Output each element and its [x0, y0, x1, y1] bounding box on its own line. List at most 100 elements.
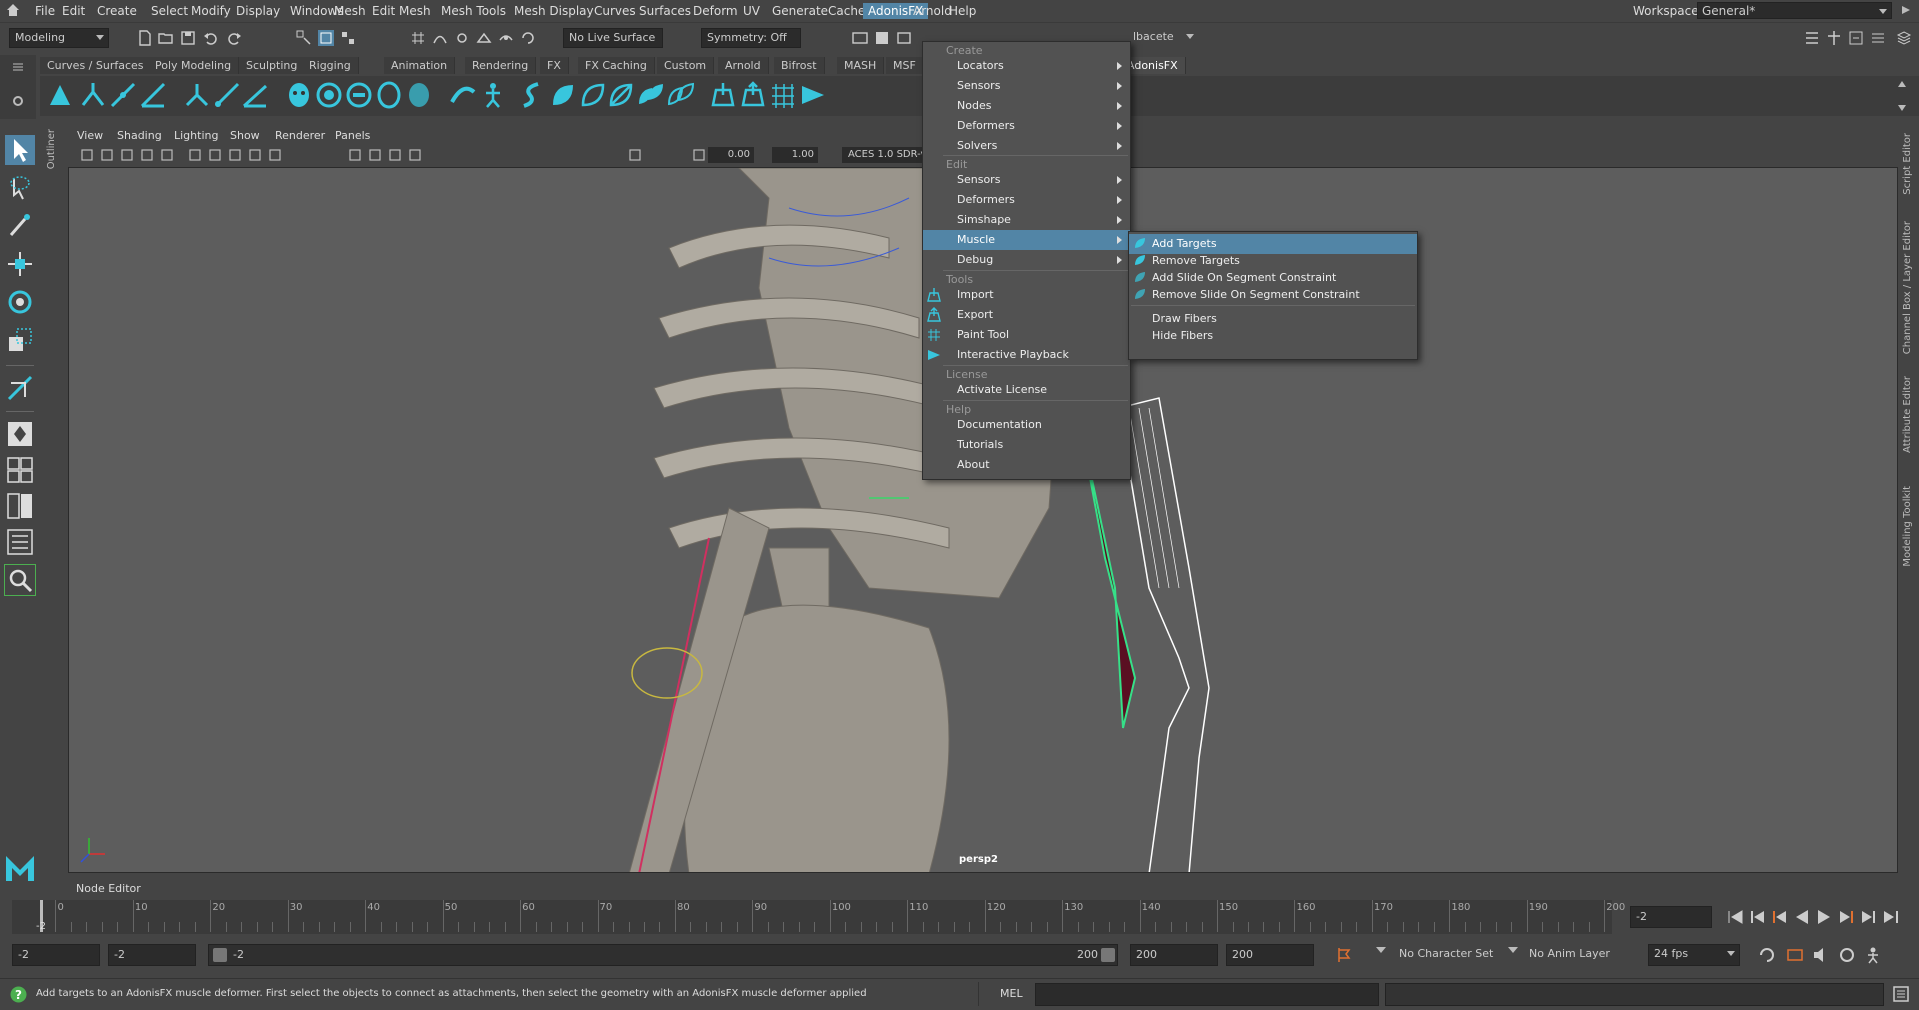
menu-edit-mesh[interactable]: Edit Mesh — [367, 3, 436, 19]
select-component-icon[interactable] — [340, 30, 356, 46]
leaf-split-icon[interactable] — [606, 80, 636, 110]
interactive-playback-icon[interactable] — [798, 80, 828, 110]
auto-key-icon[interactable] — [1335, 946, 1353, 964]
shelf-tab-rigging[interactable]: Rigging — [302, 57, 359, 74]
muscle-slide-icon[interactable] — [108, 80, 138, 110]
menu-uv[interactable]: UV — [738, 3, 765, 19]
shelf-tab-fx[interactable]: FX — [540, 57, 569, 74]
shelf-tab-bifrost[interactable]: Bifrost — [774, 57, 825, 74]
attribute-editor-icon[interactable] — [1826, 30, 1842, 46]
menu-item-nodes[interactable]: Nodes — [923, 96, 1130, 116]
menu-item-import[interactable]: Import — [923, 285, 1130, 305]
range-slider[interactable]: -2 200 — [208, 944, 1118, 966]
menu-item-interactive-playback[interactable]: Interactive Playback — [923, 345, 1130, 365]
menu-create[interactable]: Create — [92, 3, 142, 19]
cache-icon[interactable] — [1786, 946, 1804, 964]
right-tab-modeling-toolkit[interactable]: Modeling Toolkit — [1902, 486, 1913, 567]
playback-start-field[interactable]: -2 — [108, 944, 196, 966]
select-hierarchy-icon[interactable] — [296, 30, 312, 46]
fat-tissue-icon[interactable] — [448, 80, 478, 110]
symmetry-selector[interactable]: Symmetry: Off — [701, 28, 801, 48]
camera-field[interactable]: lbacete — [1128, 28, 1198, 48]
snap-surface-icon[interactable] — [498, 30, 514, 46]
redo-icon[interactable] — [226, 30, 242, 46]
outliner-layout-icon[interactable] — [5, 527, 35, 557]
menu-mesh-display[interactable]: Mesh Display — [509, 3, 599, 19]
image-plane-icon[interactable] — [140, 148, 154, 162]
panel-menu-shading[interactable]: Shading — [117, 129, 162, 142]
step-forward-key-icon[interactable] — [1856, 906, 1880, 928]
exposure-icon[interactable] — [628, 148, 642, 162]
panel-menu-lighting[interactable]: Lighting — [174, 129, 218, 142]
home-icon[interactable] — [6, 3, 20, 17]
range-slider-handle-right[interactable] — [1101, 948, 1115, 962]
playback-end-field[interactable]: 200 — [1130, 944, 1218, 966]
muscle-triangle-icon[interactable] — [45, 80, 75, 110]
face-ring-icon[interactable] — [344, 80, 374, 110]
last-tool-icon[interactable] — [5, 373, 35, 403]
anim-layer-selector[interactable]: No Anim Layer — [1524, 944, 1624, 966]
rotate-tool-icon[interactable] — [5, 287, 35, 317]
toggle-sidebar-icon[interactable] — [1804, 30, 1820, 46]
start-time-field[interactable]: -2 — [12, 944, 100, 966]
step-forward-frame-icon[interactable] — [1834, 906, 1858, 928]
right-tab-channel-box-layer-editor[interactable]: Channel Box / Layer Editor — [1902, 221, 1913, 354]
two-pane-layout-icon[interactable] — [5, 491, 35, 521]
live-surface-field[interactable]: No Live Surface — [563, 28, 663, 48]
audio-icon[interactable] — [1812, 946, 1830, 964]
menu-help[interactable]: Help — [944, 3, 981, 19]
shelf-tab-custom[interactable]: Custom — [657, 57, 715, 74]
menu-curves[interactable]: Curves — [589, 3, 641, 19]
submenu-item-remove-slide-on-segment-constraint[interactable]: Remove Slide On Segment Constraint — [1129, 285, 1417, 305]
menu-file[interactable]: File — [30, 3, 60, 19]
search-icon[interactable] — [4, 564, 36, 596]
shelf-menu-icon[interactable] — [12, 63, 24, 71]
shelf-tab-fx-caching[interactable]: FX Caching — [578, 57, 655, 74]
sensor-angle-icon[interactable] — [240, 80, 270, 110]
muscle-attach-icon[interactable] — [78, 80, 108, 110]
fps-selector[interactable]: 24 fps — [1648, 944, 1740, 966]
right-tab-script-editor[interactable]: Script Editor — [1902, 133, 1913, 195]
command-line-input[interactable] — [1035, 983, 1379, 1006]
menu-edit[interactable]: Edit — [57, 3, 90, 19]
panel-menu-view[interactable]: View — [77, 129, 103, 142]
textured-icon[interactable] — [268, 148, 282, 162]
menu-item-about[interactable]: About — [923, 455, 1130, 475]
paint-select-tool-icon[interactable] — [5, 211, 35, 241]
right-tab-attribute-editor[interactable]: Attribute Editor — [1902, 376, 1913, 453]
menu-item-documentation[interactable]: Documentation — [923, 415, 1130, 435]
current-frame-field[interactable]: -2 — [1630, 906, 1712, 928]
ipr-render-icon[interactable] — [896, 30, 912, 46]
menu-item-paint-tool[interactable]: Paint Tool — [923, 325, 1130, 345]
menu-item-deformers[interactable]: Deformers — [923, 190, 1130, 210]
menu-mesh[interactable]: Mesh — [329, 3, 371, 19]
menu-item-simshape[interactable]: Simshape — [923, 210, 1130, 230]
menu-item-activate-license[interactable]: Activate License — [923, 380, 1130, 400]
shelf-tab-mash[interactable]: MASH — [837, 57, 885, 74]
menu-deform[interactable]: Deform — [688, 3, 743, 19]
end-time-field[interactable]: 200 — [1226, 944, 1314, 966]
tool-settings-icon[interactable] — [1848, 30, 1864, 46]
menu-mesh-tools[interactable]: Mesh Tools — [436, 3, 511, 19]
select-tool-icon[interactable] — [5, 135, 35, 165]
camera-attributes-icon[interactable] — [100, 148, 114, 162]
shelf-tab-arnold[interactable]: Arnold — [718, 57, 769, 74]
outliner-tab[interactable]: Outliner — [42, 121, 64, 891]
leaf-group-icon[interactable] — [636, 80, 666, 110]
shelf-tab-sculpting[interactable]: Sculpting — [239, 57, 306, 74]
layers-icon[interactable] — [1896, 30, 1912, 46]
snap-rotate-icon[interactable] — [520, 30, 536, 46]
panel-menu-renderer[interactable]: Renderer — [275, 129, 325, 142]
muscle-angle-icon[interactable] — [138, 80, 168, 110]
lasso-tool-icon[interactable] — [5, 173, 35, 203]
resolution-gate-icon[interactable] — [208, 148, 222, 162]
node-editor-tab[interactable]: Node Editor — [76, 882, 141, 895]
mode-selector[interactable]: Modeling — [9, 28, 109, 48]
move-tool-icon[interactable] — [5, 249, 35, 279]
time-slider[interactable]: 0 10 20 30 40 50 60 70 80 90 100 110 120 130 140 150 160… — [12, 900, 1625, 934]
face-skin-icon[interactable] — [284, 80, 314, 110]
menu-item-sensors[interactable]: Sensors — [923, 170, 1130, 190]
snap-point-icon[interactable] — [454, 30, 470, 46]
face-muscle-icon[interactable] — [374, 80, 404, 110]
leaf-outline-icon[interactable] — [578, 80, 608, 110]
